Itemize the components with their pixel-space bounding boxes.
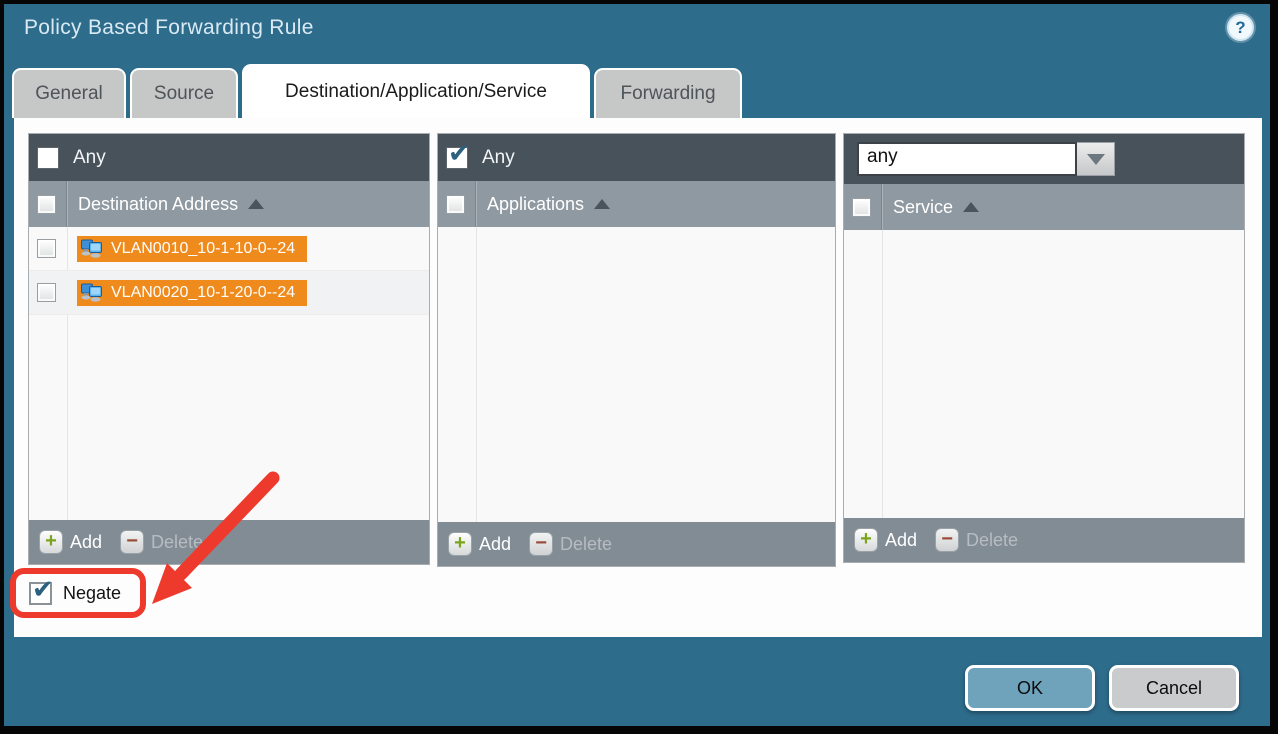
dialog-title: Policy Based Forwarding Rule xyxy=(24,16,314,40)
applications-any-row: ✔ Any xyxy=(438,134,835,181)
service-toolbar: + Add − Delete xyxy=(844,518,1244,562)
service-dropdown-row: any xyxy=(844,134,1244,184)
address-object-tag[interactable]: VLAN0010_10-1-10-0--24 xyxy=(77,236,307,262)
chevron-down-icon[interactable] xyxy=(1077,142,1115,176)
address-object-label: VLAN0010_10-1-10-0--24 xyxy=(111,240,295,258)
add-button[interactable]: + Add xyxy=(448,532,511,556)
tab-general[interactable]: General xyxy=(12,68,126,118)
applications-panel: ✔ Any Applications + Add − Delete xyxy=(437,133,836,567)
destination-any-checkbox[interactable]: ✔ xyxy=(37,147,59,169)
delete-button[interactable]: − Delete xyxy=(529,532,612,556)
check-icon: ✔ xyxy=(32,576,54,602)
address-object-label: VLAN0020_10-1-20-0--24 xyxy=(111,284,295,302)
applications-column-label: Applications xyxy=(487,194,584,215)
sort-asc-icon xyxy=(963,202,979,212)
service-list xyxy=(844,230,1244,518)
tab-forwarding[interactable]: Forwarding xyxy=(594,68,742,118)
applications-list xyxy=(438,227,835,522)
ok-button[interactable]: OK xyxy=(965,665,1095,711)
address-object-tag[interactable]: VLAN0020_10-1-20-0--24 xyxy=(77,280,307,306)
plus-icon: + xyxy=(854,528,878,552)
row-checkbox[interactable] xyxy=(37,283,56,302)
destination-any-label: Any xyxy=(73,147,106,169)
network-address-icon xyxy=(80,238,104,259)
destination-toolbar: + Add − Delete xyxy=(29,520,429,564)
network-address-icon xyxy=(80,282,104,303)
column-divider xyxy=(66,181,67,227)
applications-column-header[interactable]: Applications xyxy=(438,181,835,227)
applications-any-checkbox[interactable]: ✔ xyxy=(446,147,468,169)
add-button[interactable]: + Add xyxy=(39,530,102,554)
tab-source[interactable]: Source xyxy=(130,68,238,118)
destination-select-all-checkbox[interactable] xyxy=(37,195,56,214)
sort-asc-icon xyxy=(594,199,610,209)
check-icon: ✔ xyxy=(448,140,470,166)
cancel-button[interactable]: Cancel xyxy=(1109,665,1239,711)
table-row[interactable]: VLAN0010_10-1-10-0--24 xyxy=(29,227,429,271)
destination-column-label: Destination Address xyxy=(78,194,238,215)
applications-any-label: Any xyxy=(482,147,515,169)
delete-button[interactable]: − Delete xyxy=(935,528,1018,552)
service-dropdown-value[interactable]: any xyxy=(857,142,1077,176)
add-button[interactable]: + Add xyxy=(854,528,917,552)
column-divider xyxy=(475,181,476,227)
destination-address-panel: ✔ Any Destination Address xyxy=(28,133,430,565)
row-checkbox[interactable] xyxy=(37,239,56,258)
sort-asc-icon xyxy=(248,199,264,209)
minus-icon: − xyxy=(935,528,959,552)
negate-label: Negate xyxy=(63,583,121,604)
destination-column-header[interactable]: Destination Address xyxy=(29,181,429,227)
negate-highlight-annotation: ✔ Negate xyxy=(10,568,146,618)
plus-icon: + xyxy=(448,532,472,556)
delete-button[interactable]: − Delete xyxy=(120,530,203,554)
destination-any-row: ✔ Any xyxy=(29,134,429,181)
service-column-label: Service xyxy=(893,197,953,218)
service-dropdown[interactable]: any xyxy=(857,142,1115,176)
service-select-all-checkbox[interactable] xyxy=(852,198,871,217)
minus-icon: − xyxy=(120,530,144,554)
help-icon[interactable]: ? xyxy=(1227,14,1254,41)
applications-select-all-checkbox[interactable] xyxy=(446,195,465,214)
plus-icon: + xyxy=(39,530,63,554)
minus-icon: − xyxy=(529,532,553,556)
service-panel: any Service + Add − Delete xyxy=(843,133,1245,563)
service-column-header[interactable]: Service xyxy=(844,184,1244,230)
destination-list: VLAN0010_10-1-10-0--24 VLAN0020_10-1-20-… xyxy=(29,227,429,520)
tab-destination-application-service[interactable]: Destination/Application/Service xyxy=(242,64,590,118)
column-divider xyxy=(881,184,882,230)
pbf-rule-dialog: Policy Based Forwarding Rule ? General S… xyxy=(0,0,1278,734)
applications-toolbar: + Add − Delete xyxy=(438,522,835,566)
negate-checkbox[interactable]: ✔ xyxy=(29,582,52,605)
table-row[interactable]: VLAN0020_10-1-20-0--24 xyxy=(29,271,429,315)
